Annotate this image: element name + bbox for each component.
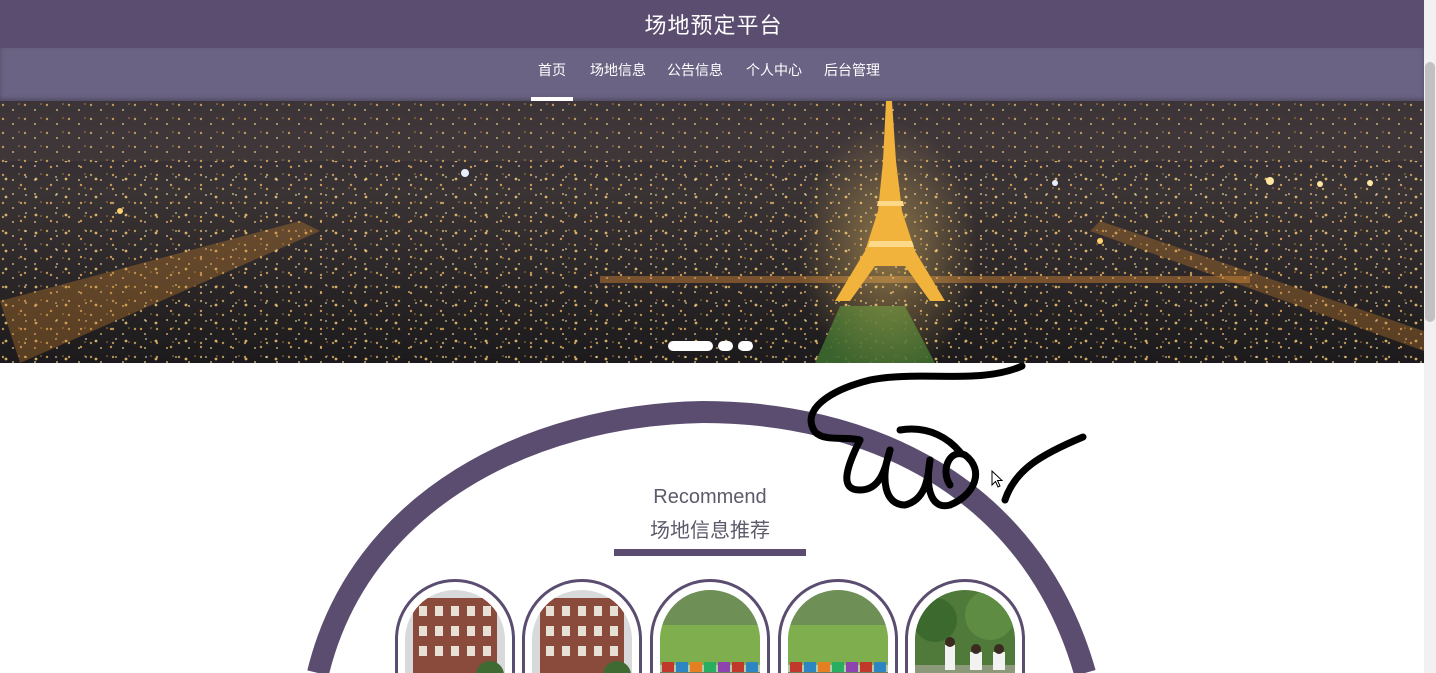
venue-image xyxy=(788,590,888,673)
venue-image xyxy=(915,590,1015,673)
carousel-indicators xyxy=(668,341,753,351)
carousel-dot-1[interactable] xyxy=(668,341,713,351)
pointing-hand-icon xyxy=(807,363,1087,510)
nav-item-home[interactable]: 首页 xyxy=(531,48,573,101)
venue-image xyxy=(660,590,760,673)
top-header: 场地预定平台 xyxy=(0,0,1424,48)
carousel-dot-2[interactable] xyxy=(718,341,733,351)
mouse-cursor-icon xyxy=(991,470,1003,488)
recommend-title-en: Recommend xyxy=(653,486,767,508)
venue-image xyxy=(532,590,632,673)
carousel-dot-3[interactable] xyxy=(738,341,753,351)
page: 场地预定平台 首页 场地信息 公告信息 个人中心 后台管理 Recommend … xyxy=(0,0,1424,673)
nav-item-announcements[interactable]: 公告信息 xyxy=(664,48,726,101)
nav-item-personal-center[interactable]: 个人中心 xyxy=(742,48,806,101)
banner-carousel[interactable] xyxy=(0,101,1424,363)
nav-item-venue-info[interactable]: 场地信息 xyxy=(586,48,650,101)
scrollbar-thumb[interactable] xyxy=(1425,62,1435,322)
recommend-title-underline xyxy=(614,549,806,556)
recommend-title-cn: 场地信息推荐 xyxy=(650,518,770,542)
nav-item-admin[interactable]: 后台管理 xyxy=(820,48,884,101)
site-title: 场地预定平台 xyxy=(644,14,783,39)
banner-image xyxy=(0,101,1424,363)
nav-bar: 首页 场地信息 公告信息 个人中心 后台管理 xyxy=(0,48,1424,101)
venue-image xyxy=(405,590,505,673)
